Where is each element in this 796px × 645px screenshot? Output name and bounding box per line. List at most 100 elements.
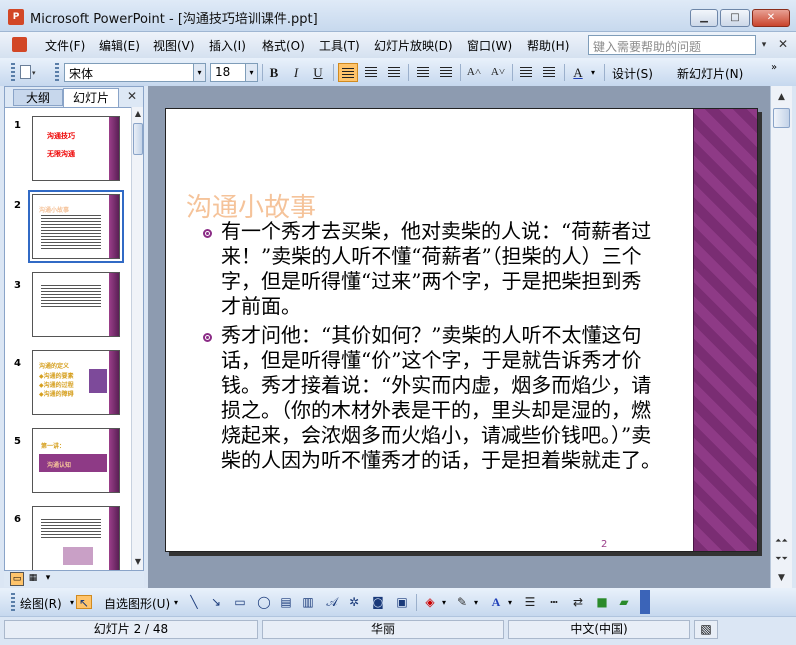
scroll-up-arrow[interactable]: ▲ (132, 107, 144, 121)
menu-help[interactable]: 帮助(H) (527, 37, 569, 54)
menu-edit[interactable]: 编辑(E) (99, 37, 140, 54)
slide-paragraph[interactable]: 秀才问他：“其价如何？”卖柴的人听不太懂这句话，但是听得懂“价”这个字，于是就告… (221, 323, 661, 473)
font-color-button[interactable]: A (568, 63, 588, 82)
line-color-icon[interactable]: ✎ (454, 595, 470, 609)
slide-thumbnail-5[interactable]: 第一讲： 沟通认知 (32, 428, 120, 493)
menu-slideshow[interactable]: 幻灯片放映(D) (374, 37, 453, 54)
autoshapes-dropdown[interactable]: ▾ (174, 598, 178, 607)
maximize-button[interactable]: □ (720, 9, 750, 27)
font-color-dropdown[interactable]: ▾ (508, 598, 512, 607)
3d-style-icon[interactable]: ▰ (616, 595, 632, 609)
toolbar-gripper[interactable] (55, 63, 59, 81)
pane-close-icon[interactable]: ✕ (127, 89, 137, 103)
help-search-dropdown[interactable]: ▾ (757, 35, 771, 55)
draw-menu-button[interactable]: 绘图(R) (20, 595, 62, 612)
slide-thumbnail-3[interactable] (32, 272, 120, 337)
vertical-textbox-icon[interactable]: ▥ (300, 595, 316, 609)
thumbnail-text: 第一讲： (41, 443, 66, 450)
numbering-button[interactable] (413, 63, 433, 82)
thumbnail-scrollbar[interactable]: ▲ ▼ (131, 107, 143, 570)
editor-scrollbar[interactable]: ▲ ⏶⏶ ⏷⏷ ▼ (770, 86, 792, 588)
slide-paragraph[interactable]: 有一个秀才去买柴，他对卖柴的人说：“荷薪者过来！”卖柴的人听不懂“荷薪者”（担柴… (221, 219, 661, 319)
menu-tools[interactable]: 工具(T) (319, 37, 360, 54)
line-color-dropdown[interactable]: ▾ (474, 598, 478, 607)
decrease-font-button[interactable]: A˅ (488, 63, 508, 82)
menu-view[interactable]: 视图(V) (153, 37, 195, 54)
minimize-button[interactable]: ▁ (690, 9, 718, 27)
rectangle-tool-icon[interactable]: ▭ (232, 595, 248, 609)
slide-thumbnail-1[interactable]: 沟通技巧 无限沟通 (32, 116, 120, 181)
bullets-button[interactable] (436, 63, 456, 82)
slide-thumbnail-2[interactable]: 沟通小故事 (28, 190, 124, 263)
italic-button[interactable]: I (286, 63, 306, 82)
line-tool-icon[interactable]: ╲ (186, 595, 202, 609)
tab-slides[interactable]: 幻灯片 (63, 88, 119, 107)
normal-view-icon[interactable]: ▭ (10, 572, 24, 586)
thumbnail-number: 3 (14, 280, 21, 291)
menu-bar: 文件(F) 编辑(E) 视图(V) 插入(I) 格式(O) 工具(T) 幻灯片放… (0, 32, 796, 58)
arrow-style-icon[interactable]: ⇄ (570, 595, 586, 609)
arrow-tool-icon[interactable]: ↘ (208, 595, 224, 609)
draw-menu-dropdown[interactable]: ▾ (70, 598, 74, 607)
oval-tool-icon[interactable]: ◯ (256, 595, 272, 609)
new-slide-button[interactable]: 新幻灯片(N) (677, 65, 743, 82)
new-document-icon[interactable] (20, 65, 31, 79)
dash-style-icon[interactable]: ┅ (546, 595, 562, 609)
scroll-thumb[interactable] (773, 108, 790, 128)
slide-canvas[interactable]: 沟通小故事 有一个秀才去买柴，他对卖柴的人说：“荷薪者过来！”卖柴的人听不懂“荷… (165, 108, 758, 552)
decrease-indent-button[interactable] (516, 63, 536, 82)
align-center-button[interactable] (361, 63, 381, 82)
underline-button[interactable]: U (308, 63, 328, 82)
fill-color-dropdown[interactable]: ▾ (442, 598, 446, 607)
document-control-icon[interactable] (12, 37, 27, 52)
formatting-toolbar: ▾ 宋体 ▾ 18 ▾ B I U A˄ A˅ A ▾ 设计(S) 新幻灯片(N… (0, 58, 796, 86)
increase-font-button[interactable]: A˄ (464, 63, 484, 82)
menu-insert[interactable]: 插入(I) (209, 37, 246, 54)
font-color-dropdown[interactable]: ▾ (591, 68, 595, 77)
textbox-tool-icon[interactable]: ▤ (278, 595, 294, 609)
new-document-dropdown[interactable]: ▾ (32, 69, 36, 77)
slide-thumbnail-4[interactable]: 沟通的定义 ◆沟通的要素 ◆沟通的过程 ◆沟通的障碍 (32, 350, 120, 415)
menu-file[interactable]: 文件(F) (45, 37, 85, 54)
menu-format[interactable]: 格式(O) (262, 37, 305, 54)
font-name-combo[interactable]: 宋体 (64, 63, 206, 82)
slide-sorter-icon[interactable]: ▦ (26, 572, 40, 586)
spelling-status-icon[interactable]: ▧ (694, 620, 718, 639)
help-search-input[interactable]: 键入需要帮助的问题 (588, 35, 756, 55)
toolbar-options-button[interactable]: » (771, 62, 777, 73)
toolbar-gripper[interactable] (11, 593, 15, 611)
scroll-thumb[interactable] (133, 123, 143, 155)
shadow-style-icon[interactable]: ■ (594, 595, 610, 609)
select-pointer-icon[interactable]: ↖ (76, 595, 92, 610)
align-left-button[interactable] (338, 63, 358, 82)
clipart-icon[interactable]: ◙ (370, 595, 386, 609)
font-color-icon[interactable]: A (488, 595, 504, 609)
wordart-icon[interactable]: 𝒜 (324, 595, 340, 609)
font-name-dropdown[interactable]: ▾ (193, 63, 206, 82)
tab-outline[interactable]: 大纲 (13, 89, 63, 106)
insert-picture-icon[interactable]: ▣ (394, 595, 410, 609)
scroll-down-arrow[interactable]: ▼ (773, 570, 790, 586)
increase-indent-button[interactable] (539, 63, 559, 82)
align-right-button[interactable] (384, 63, 404, 82)
scroll-down-arrow[interactable]: ▼ (132, 555, 144, 569)
bold-button[interactable]: B (264, 63, 284, 82)
font-size-dropdown[interactable]: ▾ (245, 63, 258, 82)
toolbar-overflow-button[interactable] (640, 590, 650, 614)
line-style-icon[interactable]: ☰ (522, 595, 538, 609)
design-button[interactable]: 设计(S) (612, 65, 653, 82)
fill-color-icon[interactable]: ◈ (422, 595, 438, 609)
powerpoint-app-icon[interactable]: P (8, 9, 24, 25)
next-slide-button[interactable]: ⏷⏷ (773, 554, 790, 568)
document-close-icon[interactable]: ✕ (778, 37, 788, 51)
menu-window[interactable]: 窗口(W) (467, 37, 512, 54)
previous-slide-button[interactable]: ⏶⏶ (773, 536, 790, 550)
thumbnail-text: ◆沟通的过程 (39, 382, 74, 389)
diagram-icon[interactable]: ✲ (346, 595, 362, 609)
slideshow-icon[interactable]: ▾ (41, 572, 55, 586)
autoshapes-button[interactable]: 自选图形(U) (104, 595, 170, 612)
toolbar-gripper[interactable] (11, 63, 15, 81)
scroll-up-arrow[interactable]: ▲ (773, 89, 790, 105)
slide-thumbnail-6[interactable] (32, 506, 120, 570)
close-window-button[interactable]: ✕ (752, 9, 790, 27)
